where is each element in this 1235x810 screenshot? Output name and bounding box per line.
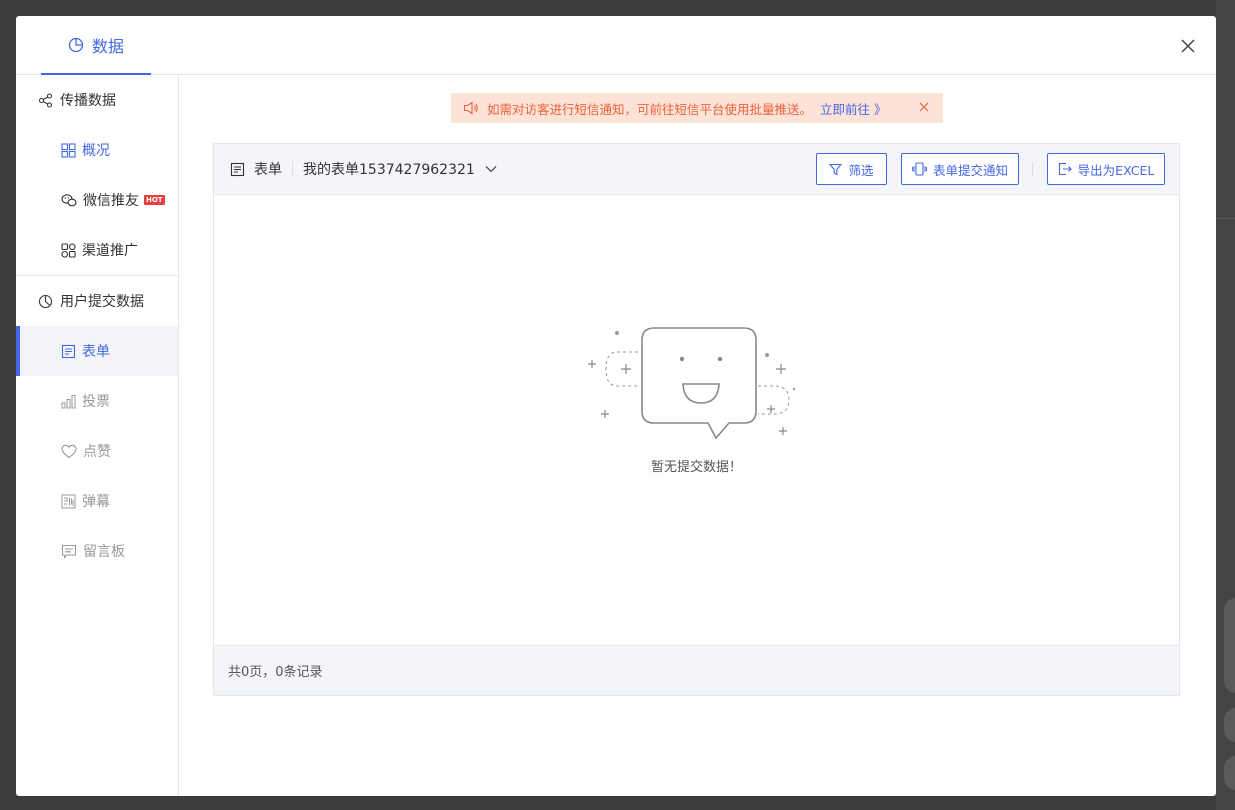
notice-link[interactable]: 立即前往 》	[820, 99, 886, 118]
selected-form-name: 我的表单1537427962321	[303, 162, 475, 178]
sidebar-group-label: 用户提交数据	[60, 294, 144, 310]
form-label: 表单	[254, 162, 282, 178]
sidebar-item-label: 概况	[82, 143, 110, 159]
form-submit-notify-button[interactable]: 表单提交通知	[901, 153, 1019, 185]
form-selector: 表单 我的表单1537427962321	[230, 159, 497, 179]
sidebar-item-label: 投票	[82, 394, 110, 410]
sidebar-item-vote[interactable]: 投票	[16, 376, 178, 426]
filter-button[interactable]: 筛选	[816, 153, 887, 185]
sidebar-item-label: 弹幕	[82, 494, 110, 510]
empty-state-message: 暂无提交数据！	[650, 460, 742, 475]
modal-header: 数据	[16, 16, 1216, 75]
pagination-summary: 共0页，0条记录	[214, 645, 1179, 695]
toolbar-separator	[292, 161, 293, 177]
wechat-icon	[61, 193, 77, 206]
hot-badge: HOT	[144, 195, 165, 205]
phone-vibrate-icon	[912, 162, 927, 176]
share-icon	[38, 92, 53, 108]
sidebar-item-label: 点赞	[83, 444, 111, 460]
filter-button-label: 筛选	[848, 162, 874, 178]
pie-chart-icon	[38, 294, 53, 308]
sidebar: 传播数据 概况 微信推友 HOT 渠道推广 用户提交数据 表单 投票 点赞 弹幕…	[16, 75, 179, 796]
notice-text: 如需对访客进行短信通知，可前往短信平台使用批量推送。	[487, 101, 813, 117]
sidebar-item-message-board[interactable]: 留言板	[16, 526, 178, 576]
export-button-label: 导出为EXCEL	[1077, 162, 1155, 178]
tab-data-label: 数据	[91, 36, 124, 56]
sidebar-item-label: 留言板	[83, 544, 125, 560]
sms-notice-banner: 如需对访客进行短信通知，可前往短信平台使用批量推送。 立即前往 》	[451, 93, 943, 123]
bar-chart-icon	[61, 394, 76, 408]
chevron-down-icon	[485, 166, 497, 173]
background-edge	[1216, 0, 1235, 810]
sidebar-group-submit[interactable]: 用户提交数据	[16, 276, 178, 326]
background-widget	[1224, 756, 1235, 790]
sidebar-item-label: 微信推友	[83, 193, 139, 209]
empty-chat-illustration	[588, 327, 796, 440]
grid-icon	[61, 142, 76, 158]
sidebar-group-spread[interactable]: 传播数据	[16, 75, 178, 125]
sidebar-item-danmaku[interactable]: 弹幕	[16, 476, 178, 526]
record-count-text: 共0页，0条记录	[228, 665, 323, 680]
background-widget	[1224, 598, 1235, 693]
close-icon[interactable]	[919, 102, 929, 112]
sidebar-item-like[interactable]: 点赞	[16, 426, 178, 476]
filter-icon	[829, 163, 843, 175]
sidebar-group-label: 传播数据	[60, 93, 116, 109]
comment-icon	[61, 544, 77, 559]
form-select[interactable]: 我的表单1537427962321	[303, 159, 497, 179]
empty-state: 暂无提交数据！	[214, 195, 1179, 645]
export-icon	[1058, 162, 1072, 176]
danmaku-icon	[61, 494, 76, 508]
tab-data[interactable]: 数据	[41, 16, 151, 75]
document-icon	[61, 344, 76, 358]
heart-icon	[61, 444, 77, 458]
sidebar-item-form[interactable]: 表单	[16, 326, 178, 376]
sidebar-item-channel[interactable]: 渠道推广	[16, 225, 178, 275]
notify-button-label: 表单提交通知	[932, 162, 1008, 178]
pie-chart-icon	[68, 37, 84, 52]
sidebar-item-overview[interactable]: 概况	[16, 125, 178, 175]
data-modal: 数据 传播数据 概况 微信推友 HOT 渠道推广 用户提交数据 表单 投票 点赞…	[16, 16, 1216, 796]
background-divider	[1216, 218, 1235, 219]
sidebar-item-label: 渠道推广	[82, 243, 138, 259]
document-icon	[230, 162, 245, 176]
background-widget	[1224, 708, 1235, 742]
sidebar-item-wechat[interactable]: 微信推友 HOT	[16, 175, 178, 225]
channel-icon	[61, 242, 76, 258]
export-excel-button[interactable]: 导出为EXCEL	[1047, 153, 1165, 185]
close-icon[interactable]	[1179, 37, 1197, 55]
panel-toolbar: 表单 我的表单1537427962321 筛选 表单提交通知 导出为EXCEL	[214, 144, 1179, 195]
form-data-panel: 表单 我的表单1537427962321 筛选 表单提交通知 导出为EXCEL …	[213, 143, 1180, 696]
speaker-icon	[463, 101, 478, 115]
sidebar-item-label: 表单	[82, 344, 110, 360]
toolbar-separator	[1032, 162, 1033, 176]
